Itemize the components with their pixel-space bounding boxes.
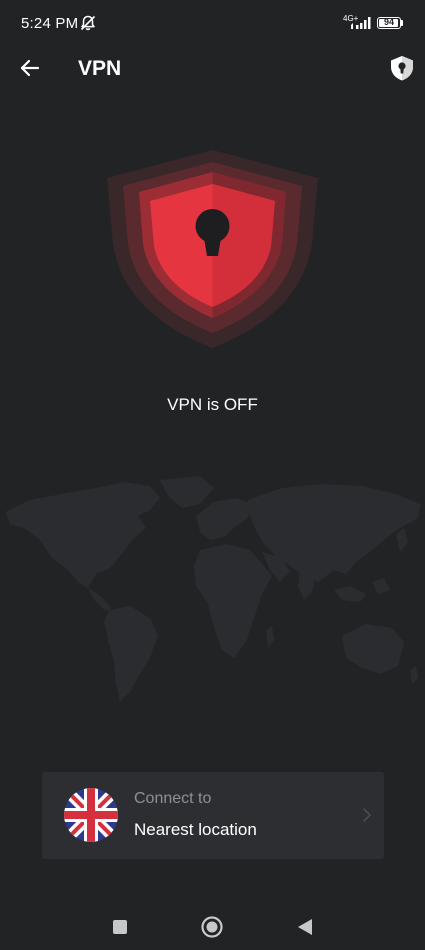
uk-flag-icon bbox=[64, 788, 118, 842]
page-title: VPN bbox=[78, 57, 122, 80]
recents-button[interactable] bbox=[108, 915, 132, 939]
status-time: 5:24 PM bbox=[21, 15, 79, 32]
home-circle-icon bbox=[201, 916, 223, 938]
bell-muted-icon bbox=[80, 15, 96, 31]
nearest-location-label: Nearest location bbox=[134, 820, 257, 839]
battery-cap bbox=[401, 20, 403, 26]
battery-icon: 94 bbox=[377, 17, 401, 29]
status-bar: 5:24 PM 4G+ 94 bbox=[0, 0, 425, 46]
home-button[interactable] bbox=[200, 915, 224, 939]
world-map bbox=[5, 476, 420, 702]
vpn-shield-button[interactable] bbox=[387, 53, 417, 83]
nav-back-button[interactable] bbox=[293, 915, 317, 939]
back-button[interactable] bbox=[16, 54, 44, 82]
chevron-right-icon bbox=[363, 808, 371, 822]
shield-keyhole-icon bbox=[107, 150, 318, 348]
shield-lock-icon bbox=[391, 56, 413, 81]
recents-square-icon bbox=[113, 920, 127, 934]
battery-level: 94 bbox=[383, 17, 394, 27]
back-triangle-icon bbox=[298, 919, 312, 935]
signal-icon bbox=[351, 17, 371, 29]
vpn-status-text: VPN is OFF bbox=[167, 395, 258, 414]
connect-location-card[interactable]: Connect to Nearest location bbox=[42, 772, 384, 859]
system-nav-bar bbox=[0, 905, 425, 950]
app-bar: VPN bbox=[0, 46, 425, 90]
arrow-left-icon bbox=[20, 59, 40, 77]
connect-to-label: Connect to bbox=[134, 790, 212, 807]
